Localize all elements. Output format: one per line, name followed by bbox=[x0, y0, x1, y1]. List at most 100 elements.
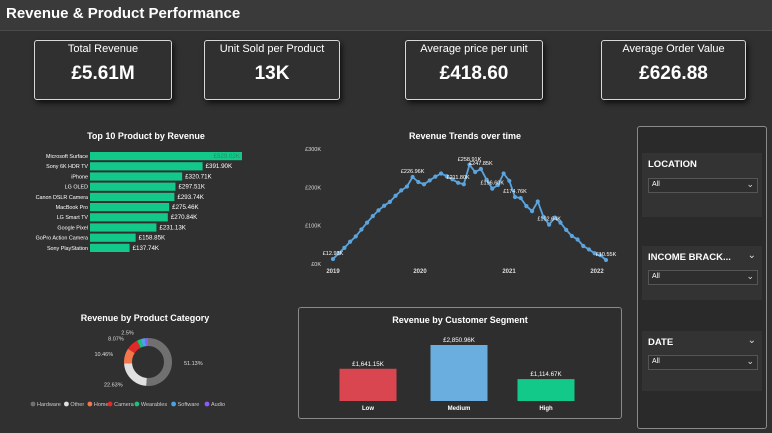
y-tick-label: £100K bbox=[305, 224, 321, 230]
data-point bbox=[535, 199, 540, 204]
data-point bbox=[478, 166, 483, 172]
data-point bbox=[547, 222, 552, 227]
legend-marker bbox=[87, 401, 93, 407]
point-value-label: £226.96K bbox=[401, 169, 425, 175]
location-dropdown[interactable]: All ⌄ bbox=[648, 178, 758, 193]
data-point bbox=[507, 178, 512, 183]
data-point bbox=[581, 243, 586, 249]
dropdown-value: All bbox=[652, 273, 660, 280]
kpi-value: £5.61M bbox=[71, 63, 135, 84]
point-value-label: £247.85K bbox=[469, 161, 493, 167]
point-value-label: £10.55K bbox=[596, 252, 617, 258]
bar-value-label: £320.71K bbox=[185, 173, 212, 180]
data-point bbox=[518, 195, 523, 201]
category-donut-chart[interactable]: 51.13% 22.63% 10.46% 8.07%2.5% Hardware Other… bbox=[20, 322, 280, 417]
point-value-label: £196.60K bbox=[480, 181, 504, 187]
data-point bbox=[421, 182, 427, 187]
data-point bbox=[399, 188, 404, 193]
kpi-label: Unit Sold per Product bbox=[219, 43, 325, 55]
slicer-label: INCOME BRACK... bbox=[648, 252, 731, 263]
data-point bbox=[575, 237, 580, 242]
data-point bbox=[512, 194, 518, 200]
kpi-card-unit-sold[interactable]: Unit Sold per Product 13K bbox=[204, 40, 340, 100]
kpi-label: Total Revenue bbox=[67, 43, 139, 55]
legend-label: Wearables bbox=[141, 402, 167, 408]
kpi-value: £626.88 bbox=[639, 63, 708, 84]
top-products-bar-chart[interactable]: Microsoft Surface £529.02K Sony 6K HDR TV £… bbox=[30, 148, 270, 278]
product-bar bbox=[90, 192, 175, 201]
product-label: Google Pixel bbox=[57, 225, 88, 231]
legend-marker bbox=[171, 401, 177, 407]
location-slicer[interactable]: LOCATION All ⌄ bbox=[642, 153, 762, 217]
bar-value-label: £297.51K bbox=[178, 184, 205, 191]
segment-category-label: High bbox=[539, 406, 553, 412]
product-label: Sony PlayStation bbox=[47, 246, 88, 252]
x-tick-label: 2019 bbox=[326, 269, 340, 275]
data-point bbox=[347, 239, 353, 244]
bar-value-label: £270.84K bbox=[171, 214, 198, 221]
date-dropdown[interactable]: All ⌄ bbox=[648, 355, 758, 370]
data-point bbox=[387, 199, 392, 204]
legend-label: Home bbox=[94, 402, 109, 408]
date-slicer[interactable]: DATE ⌄ All ⌄ bbox=[642, 331, 762, 391]
chevron-down-icon: ⌄ bbox=[746, 271, 754, 281]
product-label: Sony 6K HDR TV bbox=[46, 164, 88, 170]
customer-segment-bar-chart[interactable]: £1,641.15K Low £2,850.96K Medium £1,114.67K H… bbox=[299, 326, 621, 418]
point-value-label: £102.64K bbox=[537, 217, 561, 223]
customer-segment-card[interactable]: Revenue by Customer Segment £1,641.15K Lo… bbox=[298, 307, 622, 419]
data-point bbox=[473, 169, 478, 175]
kpi-card-avg-order-value[interactable]: Average Order Value £626.88 bbox=[601, 40, 746, 100]
slice-label: 51.13% bbox=[184, 361, 203, 367]
x-tick-label: 2022 bbox=[590, 269, 604, 275]
bar-value-label: £275.46K bbox=[172, 204, 199, 211]
legend-marker bbox=[134, 401, 140, 407]
data-point bbox=[342, 245, 347, 250]
kpi-card-total-revenue[interactable]: Total Revenue £5.61M bbox=[34, 40, 172, 100]
chevron-down-icon[interactable]: ⌄ bbox=[748, 335, 756, 346]
chevron-down-icon: ⌄ bbox=[746, 356, 754, 366]
income-bracket-dropdown[interactable]: All ⌄ bbox=[648, 270, 758, 285]
product-label: iPhone bbox=[71, 174, 88, 180]
data-point bbox=[461, 182, 466, 187]
legend-label: Other bbox=[70, 402, 84, 408]
y-tick-label: £0K bbox=[311, 262, 321, 268]
income-bracket-slicer[interactable]: INCOME BRACK... ⌄ All ⌄ bbox=[642, 246, 762, 300]
data-point bbox=[569, 233, 574, 239]
product-label: LG Smart TV bbox=[57, 215, 89, 221]
revenue-trend-chart-title: Revenue Trends over time bbox=[408, 131, 522, 141]
product-label: Canon DSLR Camera bbox=[36, 195, 88, 201]
legend-label: Software bbox=[178, 402, 200, 408]
segment-category-label: Medium bbox=[448, 406, 471, 412]
y-tick-label: £200K bbox=[305, 185, 321, 191]
product-bar bbox=[90, 233, 136, 242]
data-point bbox=[359, 227, 364, 232]
chevron-down-icon: ⌄ bbox=[746, 179, 754, 189]
data-point bbox=[427, 178, 432, 183]
data-point bbox=[490, 186, 495, 191]
segment-bar bbox=[339, 368, 397, 401]
bar-value-label: £231.13K bbox=[159, 224, 186, 231]
data-point bbox=[382, 203, 387, 208]
data-point bbox=[603, 257, 609, 263]
dropdown-value: All bbox=[652, 181, 660, 188]
legend-marker bbox=[64, 401, 69, 407]
legend-marker bbox=[204, 401, 210, 407]
data-point bbox=[393, 193, 398, 198]
legend-marker bbox=[107, 401, 113, 407]
segment-bar bbox=[430, 345, 488, 401]
data-point bbox=[416, 179, 421, 185]
data-point bbox=[330, 256, 336, 262]
point-value-label: £211.80K bbox=[447, 175, 470, 181]
segment-value-label: £2,850.96K bbox=[443, 337, 476, 344]
slice-label: 2.5% bbox=[121, 331, 134, 337]
x-tick-label: 2020 bbox=[413, 269, 427, 275]
bar-value-label: £529.02K bbox=[214, 153, 241, 160]
revenue-trend-line-chart[interactable]: £0K £100K £200K £300K 2019 2020 2021 2022 £12.93… bbox=[300, 142, 620, 277]
data-point bbox=[501, 171, 506, 176]
y-tick-label: £300K bbox=[305, 147, 321, 153]
point-value-label: £174.76K bbox=[503, 189, 527, 195]
product-bar bbox=[90, 243, 130, 252]
legend-marker bbox=[30, 401, 36, 407]
chevron-down-icon[interactable]: ⌄ bbox=[748, 250, 756, 261]
kpi-card-avg-price[interactable]: Average price per unit £418.60 bbox=[405, 40, 543, 100]
